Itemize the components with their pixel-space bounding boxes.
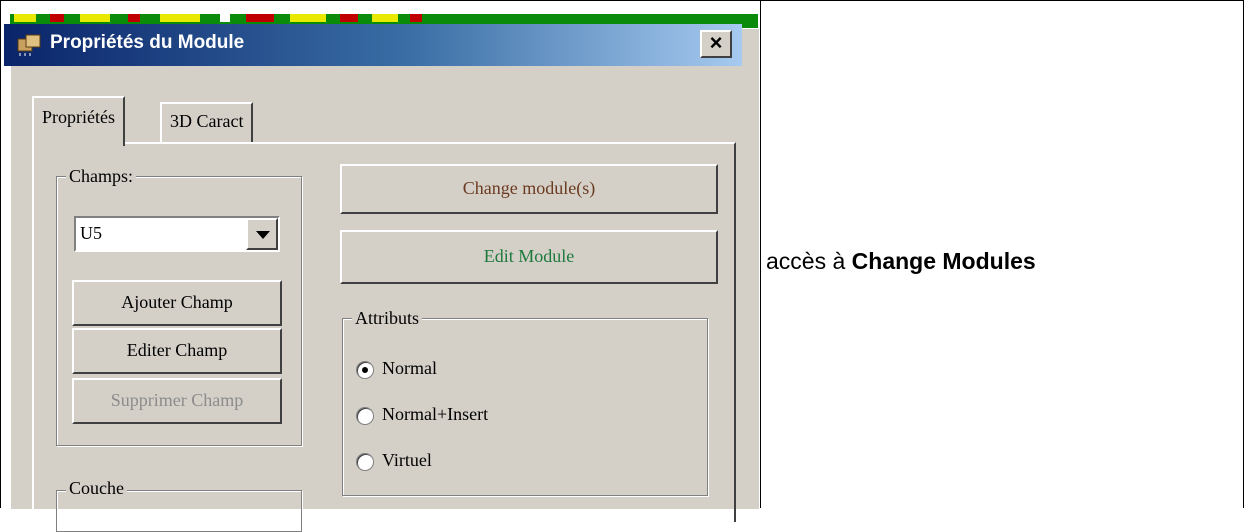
layer-group-label: Couche [66,478,127,499]
delete-field-button[interactable]: Supprimer Champ [72,378,282,424]
add-field-button[interactable]: Ajouter Champ [72,280,282,326]
radio-virtuel[interactable]: Virtuel [356,450,432,471]
tab-proprietes[interactable]: Propriétés [32,96,125,146]
field-select[interactable]: U5 [74,216,280,252]
caption-prefix: accès à [766,248,852,274]
table-border-top [0,0,1244,1]
radio-normal-insert-label: Normal+Insert [382,404,489,424]
tab-3d-caract[interactable]: 3D Caract [160,102,254,142]
radio-button[interactable] [356,360,374,379]
close-button[interactable]: × [700,30,732,58]
radio-normal-label: Normal [382,358,437,378]
radio-button[interactable] [356,452,374,471]
table-column-divider [760,0,761,508]
chevron-down-icon[interactable] [246,218,278,250]
caption-bold: Change Modules [851,248,1036,274]
edit-module-button[interactable]: Edit Module [340,230,718,284]
dialog-titlebar[interactable]: Propriétés du Module × [4,24,742,66]
table-border-left [0,0,1,508]
change-module-button[interactable]: Change module(s) [340,164,718,214]
attributes-group-label: Attributs [352,308,423,329]
radio-normal-insert[interactable]: Normal+Insert [356,404,488,425]
caption: accès à Change Modules [766,248,1036,275]
dialog-title: Propriétés du Module [50,32,245,53]
fields-group-label: Champs: [66,166,137,187]
module-icon [17,34,41,56]
radio-button[interactable] [356,406,374,425]
field-select-value: U5 [80,223,102,243]
edit-field-button[interactable]: Editer Champ [72,328,282,374]
radio-virtuel-label: Virtuel [382,450,432,470]
radio-normal[interactable]: Normal [356,358,437,379]
